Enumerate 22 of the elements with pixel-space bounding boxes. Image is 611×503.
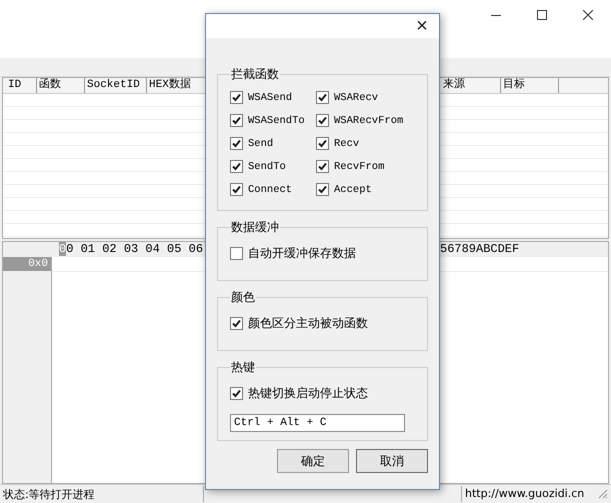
offset-label: 0x0 bbox=[3, 257, 51, 271]
option-label: WSARecvFrom bbox=[334, 114, 404, 126]
group-title: 颜色 bbox=[230, 289, 256, 306]
option-label: 颜色区分主动被动函数 bbox=[248, 315, 368, 332]
option-label: SendTo bbox=[248, 160, 286, 172]
group-title: 热键 bbox=[230, 359, 256, 376]
status-text: 状态:等待打开进程 bbox=[2, 486, 96, 502]
option-label: WSASendTo bbox=[248, 114, 305, 126]
ascii-column-header: 56789ABCDEF bbox=[440, 242, 520, 257]
hex-column-header: 00 01 02 03 04 05 06 bbox=[59, 242, 204, 257]
url-text: http://www.guozidi.cn bbox=[461, 486, 595, 502]
group-title: 数据缓冲 bbox=[230, 219, 280, 236]
option-label: Accept bbox=[334, 184, 372, 196]
option-label: WSARecv bbox=[334, 92, 378, 104]
option-label: 自动开缓冲保存数据 bbox=[248, 245, 356, 262]
option-label: Send bbox=[248, 138, 274, 150]
option-label: Connect bbox=[248, 184, 292, 196]
option-label: RecvFrom bbox=[334, 160, 384, 172]
option-label: Recv bbox=[334, 138, 360, 150]
option-label: WSASend bbox=[248, 92, 292, 104]
group-title: 拦截函数 bbox=[230, 66, 280, 83]
option-label: 热键切换启动停止状态 bbox=[248, 385, 368, 402]
